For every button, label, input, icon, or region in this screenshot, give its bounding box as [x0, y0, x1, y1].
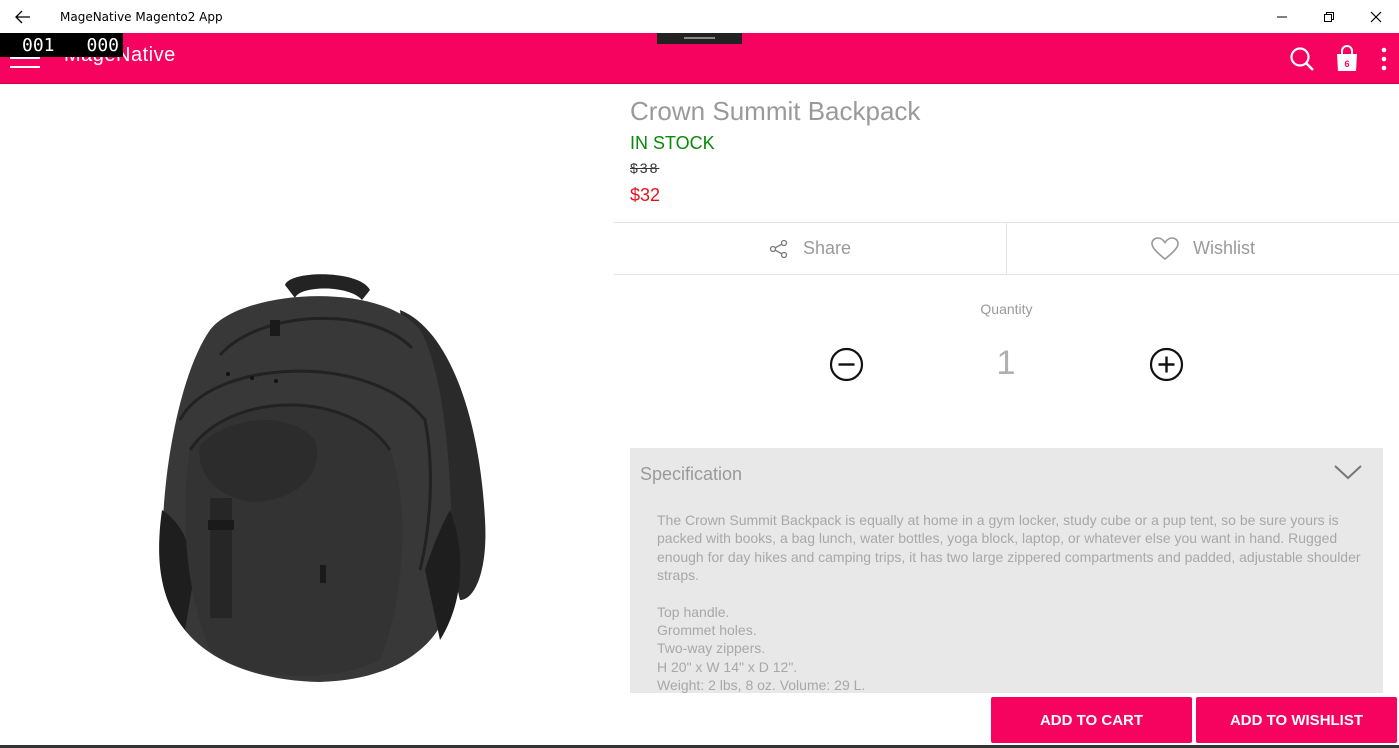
frame-counter: 001 000 — [0, 33, 123, 57]
back-button[interactable] — [0, 0, 46, 33]
feature-line: Two-way zippers. — [657, 640, 766, 657]
minimize-icon — [1276, 16, 1287, 17]
feature-line: H 20" x W 14" x D 12". — [657, 658, 798, 675]
heart-icon — [1151, 236, 1179, 260]
restore-icon — [1323, 11, 1334, 22]
window-title: MageNative Magento2 App — [60, 9, 223, 24]
feature-line: Grommet holes. — [657, 622, 757, 639]
share-button[interactable]: Share — [614, 223, 1006, 274]
minus-circle-icon — [829, 347, 864, 382]
stock-status: IN STOCK — [630, 133, 715, 153]
restore-button[interactable] — [1305, 0, 1352, 33]
drag-handle[interactable] — [657, 33, 742, 44]
search-button[interactable] — [1286, 33, 1318, 84]
counter-left: 001 — [22, 34, 55, 56]
product-title: Crown Summit Backpack — [630, 96, 921, 126]
wishlist-label: Wishlist — [1193, 238, 1255, 258]
quantity-decrease-button[interactable] — [829, 347, 864, 382]
quantity-increase-button[interactable] — [1149, 347, 1184, 382]
feature-line: Weight: 2 lbs, 8 oz. Volume: 29 L. — [657, 677, 866, 693]
specification-body: The Crown Summit Backpack is equally at … — [657, 511, 1377, 693]
wishlist-button[interactable]: Wishlist — [1006, 223, 1399, 274]
arrow-left-icon — [15, 10, 30, 23]
counter-right: 000 — [86, 34, 119, 56]
specification-panel: Specification The Crown Summit Backpack … — [630, 448, 1383, 693]
more-vertical-icon — [1381, 47, 1387, 70]
specification-features: Top handle. Grommet holes. Two-way zippe… — [657, 603, 1377, 693]
quantity-label: Quantity — [980, 301, 1033, 317]
specification-description: The Crown Summit Backpack is equally at … — [657, 512, 1361, 584]
backpack-image — [159, 274, 486, 682]
chevron-down-icon — [1334, 465, 1362, 480]
title-bar: MageNative Magento2 App — [0, 0, 1399, 33]
app-window: MageNative Magento2 App MageNative 6 — [0, 0, 1399, 748]
share-label: Share — [802, 238, 852, 258]
add-to-wishlist-button[interactable]: ADD TO WISHLIST — [1196, 697, 1397, 743]
close-button[interactable] — [1352, 0, 1399, 33]
product-image[interactable] — [150, 270, 490, 690]
specification-title[interactable]: Specification — [640, 464, 742, 485]
quantity-value[interactable]: 1 — [986, 344, 1026, 383]
more-options-button[interactable] — [1374, 33, 1394, 84]
share-icon — [769, 239, 788, 258]
close-icon — [1370, 11, 1381, 22]
product-actions: Share Wishlist — [614, 222, 1399, 275]
specification-toggle[interactable] — [1333, 462, 1363, 482]
feature-line: Top handle. — [657, 603, 730, 620]
original-price: $38 — [630, 160, 660, 176]
plus-circle-icon — [1149, 347, 1184, 382]
cart-count-badge: 6 — [1344, 59, 1350, 69]
minimize-button[interactable] — [1258, 0, 1305, 33]
sale-price: $32 — [630, 185, 661, 205]
search-icon — [1290, 46, 1314, 71]
window-controls — [1258, 0, 1399, 33]
add-to-cart-button[interactable]: ADD TO CART — [991, 697, 1192, 743]
cart-button[interactable]: 6 — [1333, 33, 1361, 84]
